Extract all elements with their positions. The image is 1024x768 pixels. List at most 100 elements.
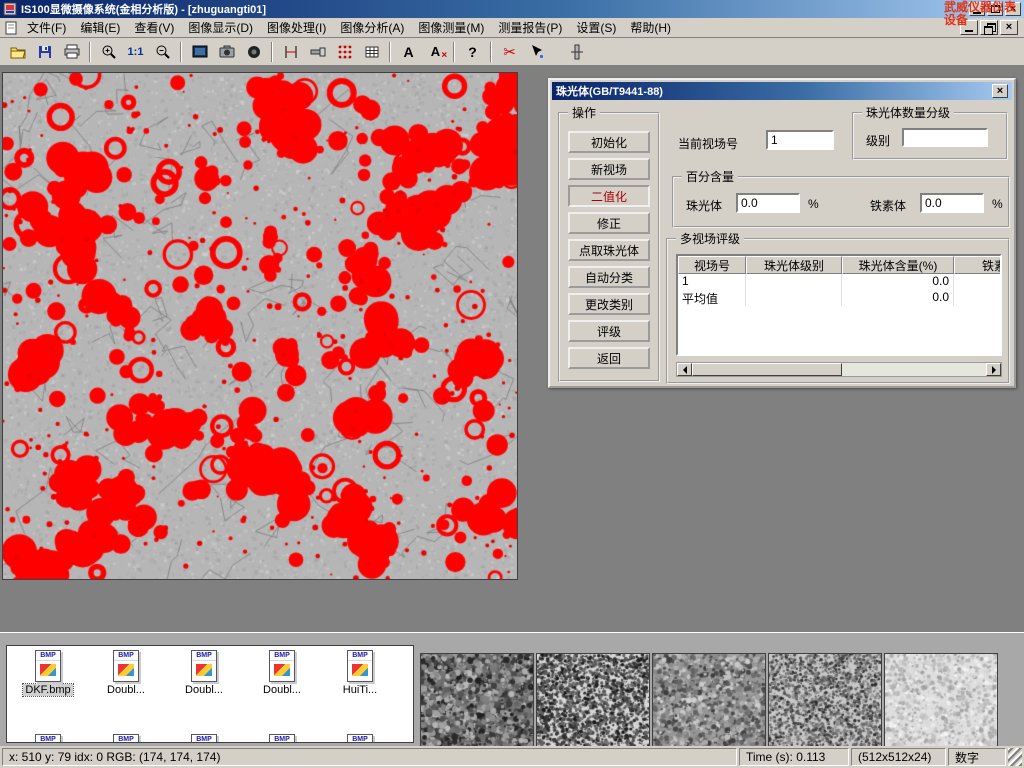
file-label: Doubl... xyxy=(261,684,303,696)
file-item[interactable]: BMP xyxy=(321,734,399,743)
menu-help[interactable]: 帮助(H) xyxy=(623,17,678,38)
menu-bar: 文件(F) 编辑(E) 查看(V) 图像显示(D) 图像处理(I) 图像分析(A… xyxy=(0,18,1024,38)
help-button[interactable]: ? xyxy=(460,40,485,64)
menu-edit[interactable]: 编辑(E) xyxy=(73,17,127,38)
operation-group-label: 操作 xyxy=(568,106,600,120)
zoom-out-button[interactable] xyxy=(150,40,175,64)
actual-size-button[interactable]: 1:1 xyxy=(123,40,148,64)
grade-group-label: 珠光体数量分级 xyxy=(862,106,954,120)
title-bar[interactable]: IS100显微摄像系统(金相分析版) - [zhuguangti01] × xyxy=(0,0,1024,18)
file-item[interactable]: BMP Doubl... xyxy=(165,650,243,696)
print-button[interactable] xyxy=(59,40,84,64)
text-annotate-button[interactable]: A xyxy=(396,40,421,64)
auto-classify-button[interactable]: 自动分类 xyxy=(568,266,650,288)
measure-grid-button[interactable] xyxy=(332,40,357,64)
toolbar-separator xyxy=(271,42,273,62)
vertical-caliper-icon xyxy=(569,44,585,60)
scroll-left-button[interactable] xyxy=(677,363,692,376)
capture-button[interactable] xyxy=(241,40,266,64)
init-button[interactable]: 初始化 xyxy=(568,131,650,153)
menu-measure-report[interactable]: 测量报告(P) xyxy=(491,17,569,38)
bmp-file-icon: BMP xyxy=(191,734,217,743)
grid-table-button[interactable] xyxy=(359,40,384,64)
point-picker-button[interactable] xyxy=(524,40,549,64)
pearlite-label: 珠光体 xyxy=(686,197,722,214)
pearlite-percent-sign: % xyxy=(808,197,819,211)
cell-grade xyxy=(746,274,842,290)
grade-label: 级别 xyxy=(866,132,890,149)
rating-table: 视场号 珠光体级别 珠光体含量(%) 铁素 1 0.0 平均值 0 xyxy=(676,254,1002,356)
file-item[interactable]: BMP Doubl... xyxy=(87,650,165,696)
thumbnail-1[interactable] xyxy=(420,653,534,747)
bmp-file-icon: BMP xyxy=(269,650,295,682)
one-to-one-icon: 1:1 xyxy=(128,46,144,58)
remove-x-icon: × xyxy=(441,50,447,61)
pick-pearlite-button[interactable]: 点取珠光体 xyxy=(568,239,650,261)
resize-grip[interactable] xyxy=(1008,748,1022,766)
file-label: HuiTi... xyxy=(341,684,379,696)
header-field: 视场号 xyxy=(678,256,746,274)
correct-button[interactable]: 修正 xyxy=(568,212,650,234)
text-remove-button[interactable]: A× xyxy=(423,40,448,64)
status-position: x: 510 y: 79 idx: 0 RGB: (174, 174, 174) xyxy=(2,748,737,766)
dialog-title-bar[interactable]: 珠光体(GB/T9441-88) × xyxy=(552,82,1012,100)
metallograph-image[interactable] xyxy=(2,72,518,580)
open-file-button[interactable] xyxy=(5,40,30,64)
cut-button[interactable]: ✂ xyxy=(497,40,522,64)
image-display-button[interactable] xyxy=(187,40,212,64)
zoom-in-button[interactable] xyxy=(96,40,121,64)
open-folder-icon xyxy=(10,44,26,60)
change-class-button[interactable]: 更改类别 xyxy=(568,293,650,315)
file-item[interactable]: BMP DKF.bmp xyxy=(9,650,87,696)
menu-settings[interactable]: 设置(S) xyxy=(569,17,623,38)
dialog-close-button[interactable]: × xyxy=(992,84,1008,98)
caliper-measure-button[interactable] xyxy=(278,40,303,64)
new-field-button[interactable]: 新视场 xyxy=(568,158,650,180)
scissors-icon: ✂ xyxy=(503,43,516,61)
file-item[interactable]: BMP xyxy=(243,734,321,743)
micrometer-button[interactable] xyxy=(305,40,330,64)
file-label: Doubl... xyxy=(105,684,147,696)
table-row[interactable]: 平均值 0.0 xyxy=(678,290,1000,306)
scroll-right-button[interactable] xyxy=(986,363,1001,376)
camera-button[interactable] xyxy=(214,40,239,64)
bmp-tag: BMP xyxy=(114,651,138,661)
table-row[interactable]: 1 0.0 xyxy=(678,274,1000,290)
file-item[interactable]: BMP xyxy=(165,734,243,743)
file-item[interactable]: BMP xyxy=(87,734,165,743)
menu-image-display[interactable]: 图像显示(D) xyxy=(181,17,260,38)
menu-file[interactable]: 文件(F) xyxy=(20,17,73,38)
vertical-caliper-button[interactable] xyxy=(564,40,589,64)
file-item[interactable]: BMP Doubl... xyxy=(243,650,321,696)
scrollbar-thumb[interactable] xyxy=(692,363,842,376)
thumbnail-2[interactable] xyxy=(536,653,650,747)
file-item[interactable]: BMP xyxy=(9,734,87,743)
menu-image-analysis[interactable]: 图像分析(A) xyxy=(333,17,411,38)
thumbnail-4[interactable] xyxy=(768,653,882,747)
save-button[interactable] xyxy=(32,40,57,64)
minimize-icon xyxy=(965,30,973,32)
pearlite-percent-input[interactable] xyxy=(736,193,800,213)
menu-image-processing[interactable]: 图像处理(I) xyxy=(260,17,333,38)
help-icon: ? xyxy=(468,44,477,60)
file-label: Doubl... xyxy=(183,684,225,696)
bmp-tag: BMP xyxy=(192,735,216,743)
grade-input[interactable] xyxy=(902,128,988,147)
rate-button[interactable]: 评级 xyxy=(568,320,650,342)
thumbnail-3[interactable] xyxy=(652,653,766,747)
table-horizontal-scrollbar[interactable] xyxy=(676,362,1002,377)
file-item[interactable]: BMP HuiTi... xyxy=(321,650,399,696)
thumbnail-5[interactable] xyxy=(884,653,998,747)
ferrite-percent-input[interactable] xyxy=(920,193,984,213)
status-image-size: (512x512x24) xyxy=(851,748,946,766)
return-button[interactable]: 返回 xyxy=(568,347,650,369)
bmp-tag: BMP xyxy=(36,651,60,661)
menu-view[interactable]: 查看(V) xyxy=(127,17,181,38)
file-row: BMP DKF.bmp BMP Doubl... BMP Doubl... BM… xyxy=(9,650,399,696)
multi-field-rating-label: 多视场评级 xyxy=(676,232,744,246)
menu-image-measure[interactable]: 图像测量(M) xyxy=(411,17,491,38)
file-row-partial: BMP BMP BMP BMP BMP xyxy=(9,734,399,743)
percent-group-label: 百分含量 xyxy=(682,170,738,184)
binarize-button[interactable]: 二值化 xyxy=(568,185,650,207)
current-field-input[interactable] xyxy=(766,130,834,150)
